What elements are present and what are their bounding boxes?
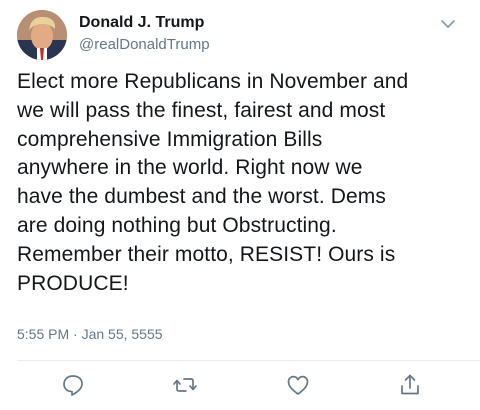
author-display-name[interactable]: Donald J. Trump [79, 13, 204, 33]
divider [17, 360, 480, 361]
author-avatar[interactable] [17, 10, 67, 60]
retweet-button[interactable] [172, 372, 198, 398]
avatar-photo [17, 10, 67, 60]
author-handle[interactable]: @realDonaldTrump [79, 35, 210, 55]
heart-icon [287, 375, 309, 395]
share-upload-icon [401, 374, 419, 395]
tweet-card: Donald J. Trump @realDonaldTrump Elect m… [0, 0, 480, 410]
tweet-text: Elect more Republicans in November and w… [17, 70, 409, 295]
reply-button[interactable] [60, 372, 86, 398]
speech-bubble-icon [63, 375, 83, 396]
tweet-timestamp[interactable]: 5:55 PM · Jan 55, 5555 [17, 324, 163, 344]
chevron-down-icon[interactable] [436, 16, 460, 32]
share-button[interactable] [397, 372, 423, 398]
like-button[interactable] [285, 372, 311, 398]
retweet-arrows-icon [173, 378, 197, 392]
